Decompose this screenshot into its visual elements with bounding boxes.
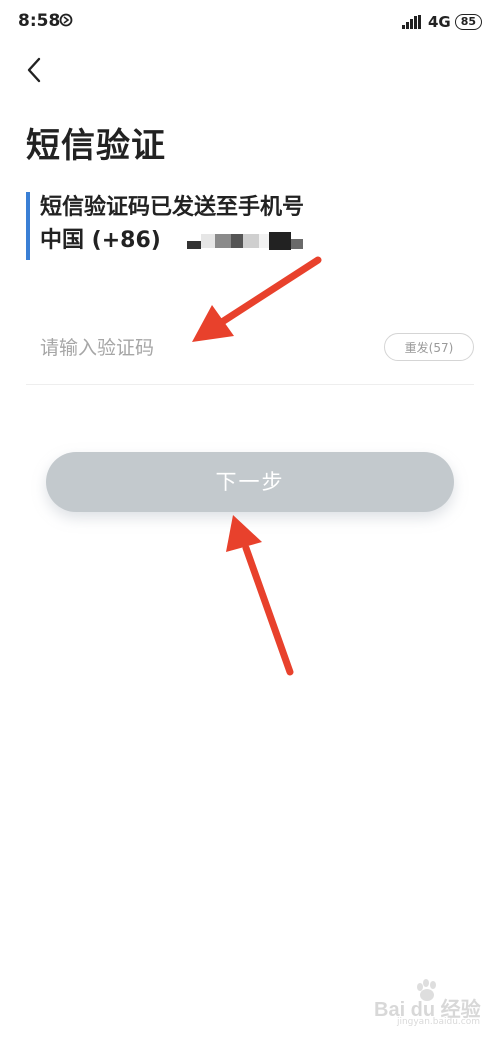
mosaic-block — [200, 234, 215, 248]
mosaic-block — [258, 234, 269, 248]
mosaic-block — [242, 234, 259, 248]
back-arrow-icon[interactable] — [22, 55, 48, 85]
sms-sent-message: 短信验证码已发送至手机号 — [40, 195, 305, 220]
watermark-site: jingyan.baidu.com — [396, 1017, 480, 1027]
page-title: 短信验证 — [26, 126, 166, 166]
annotation-arrow-to-button — [226, 515, 294, 676]
masked-phone-number — [186, 232, 303, 250]
sms-sent-info: 短信验证码已发送至手机号 中国 (+86) — [26, 192, 446, 260]
status-bar: 8:58 4G 85 — [0, 0, 500, 44]
next-step-button[interactable]: 下一步 — [46, 452, 454, 512]
country-code: 中国 (+86) — [40, 228, 161, 253]
network-type: 4G — [427, 13, 451, 31]
mosaic-block — [290, 239, 303, 249]
baidu-jingyan-watermark: Bai du 经验 jingyan.baidu.com — [374, 979, 484, 1027]
mosaic-block — [230, 234, 243, 248]
resend-button[interactable]: 重发(57) — [384, 333, 474, 361]
app-notification-icon — [59, 13, 73, 27]
mosaic-block — [186, 241, 201, 249]
mosaic-block — [268, 232, 291, 250]
signal-icon — [401, 15, 421, 29]
status-indicators: 4G 85 — [401, 12, 482, 32]
battery-icon: 85 — [454, 14, 482, 30]
verification-code-input[interactable] — [38, 330, 362, 366]
status-time: 8:58 — [18, 11, 61, 31]
phone-number-row: 中国 (+86) — [40, 224, 446, 258]
verification-code-row: 重发(57) — [26, 322, 474, 385]
mosaic-block — [214, 234, 231, 248]
